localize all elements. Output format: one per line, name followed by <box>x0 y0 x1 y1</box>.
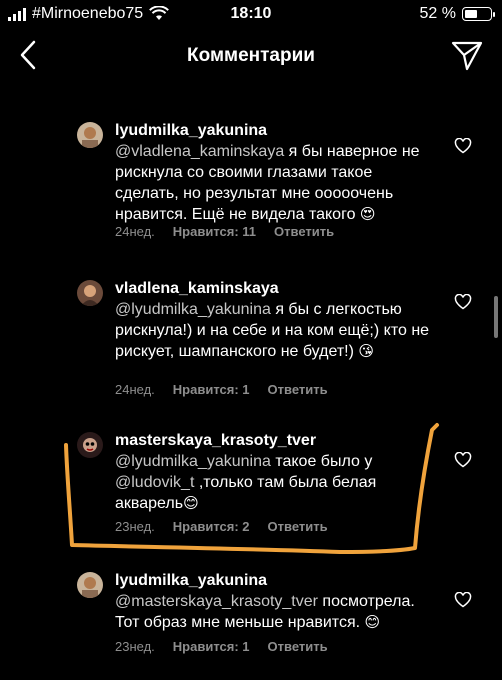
heart-icon[interactable] <box>454 452 472 468</box>
battery-percent: 52 % <box>419 5 456 22</box>
comment-username[interactable]: vladlena_kaminskaya <box>115 280 279 297</box>
comment-time: 24нед. <box>115 224 155 239</box>
send-icon[interactable] <box>450 38 484 72</box>
comment-mention-2[interactable]: @ludovik_t <box>115 474 194 491</box>
comment-meta: 24нед. Нравится: 1 Ответить <box>115 382 328 397</box>
comment-meta: 24нед. Нравится: 11 Ответить <box>115 224 334 239</box>
comment-emoji: 😊 <box>183 495 199 512</box>
reply-button[interactable]: Ответить <box>268 639 328 654</box>
comment-meta: 23нед. Нравится: 2 Ответить <box>115 519 328 534</box>
comment-emoji: 😍 <box>359 206 376 223</box>
comment-time: 24нед. <box>115 382 155 397</box>
page-title: Комментарии <box>187 45 315 66</box>
avatar[interactable] <box>77 432 103 458</box>
comment-likes[interactable]: Нравится: 1 <box>173 382 250 397</box>
comment-body: lyudmilka_yakunina @masterskaya_krasoty_… <box>115 570 435 633</box>
avatar[interactable] <box>77 122 103 148</box>
comment-likes[interactable]: Нравится: 1 <box>173 639 250 654</box>
comment-body: vladlena_kaminskaya @lyudmilka_yakunina … <box>115 278 435 362</box>
reply-button[interactable]: Ответить <box>274 224 334 239</box>
comment-meta: 23нед. Нравится: 1 Ответить <box>115 639 328 654</box>
battery-icon <box>462 7 495 21</box>
comment-body: lyudmilka_yakunina @vladlena_kaminskaya … <box>115 120 435 225</box>
avatar[interactable] <box>77 572 103 598</box>
status-bar: #Mirnoenebo75 18:10 52 % <box>0 0 502 32</box>
comment-body: masterskaya_krasoty_tver @lyudmilka_yaku… <box>115 430 435 514</box>
comment-username[interactable]: lyudmilka_yakunina <box>115 572 267 589</box>
status-right: 52 % <box>419 5 495 23</box>
comment-text: такое было у <box>270 453 373 470</box>
heart-icon[interactable] <box>454 138 472 154</box>
reply-button[interactable]: Ответить <box>268 519 328 534</box>
heart-icon[interactable] <box>454 592 472 608</box>
comment-username[interactable]: lyudmilka_yakunina <box>115 122 267 139</box>
comment-mention[interactable]: @lyudmilka_yakunina <box>115 301 271 318</box>
comment-mention[interactable]: @lyudmilka_yakunina <box>115 453 271 470</box>
comment-mention[interactable]: @vladlena_kaminskaya <box>115 143 284 160</box>
heart-icon[interactable] <box>454 294 472 310</box>
scrollbar[interactable] <box>494 296 498 338</box>
comment-username[interactable]: masterskaya_krasoty_tver <box>115 432 316 449</box>
comment-likes[interactable]: Нравится: 11 <box>173 224 256 239</box>
comment-emoji: 😊 <box>364 614 381 631</box>
comment-time: 23нед. <box>115 639 155 654</box>
header: Комментарии <box>0 32 502 82</box>
reply-button[interactable]: Ответить <box>268 382 328 397</box>
avatar[interactable] <box>77 280 103 306</box>
comment-emoji: 😘 <box>358 343 375 360</box>
comment-likes[interactable]: Нравится: 2 <box>173 519 250 534</box>
comment-time: 23нед. <box>115 519 155 534</box>
comment-mention[interactable]: @masterskaya_krasoty_tver <box>115 593 318 610</box>
